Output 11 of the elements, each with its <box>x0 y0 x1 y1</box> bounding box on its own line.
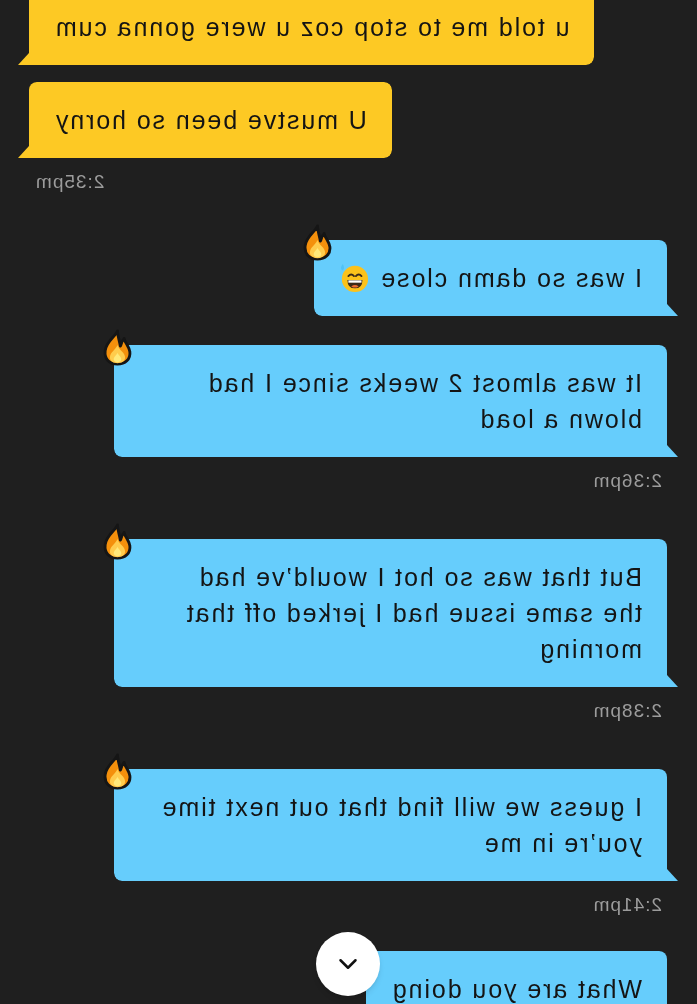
message-text: I guess we will find that out next time you’re in me <box>160 792 642 859</box>
message-text: u told me to stop coz u were gonna cum <box>54 12 570 43</box>
message-time: 2:35pm <box>35 170 105 194</box>
message-text: But that was so hot I would’ve had the same issue had I jerked off that morning <box>184 562 642 665</box>
message-time: 2:36pm <box>592 469 662 493</box>
message-time: 2:41pm <box>592 893 662 917</box>
message-text: U mustve been so horny <box>54 105 367 136</box>
message-time: 2:38pm <box>592 699 662 723</box>
message-text: I was so damn close <box>379 263 642 294</box>
message-text: What are you doing <box>391 974 642 1004</box>
message-text: It was almost 2 weeks since I had blown a load <box>206 368 642 435</box>
